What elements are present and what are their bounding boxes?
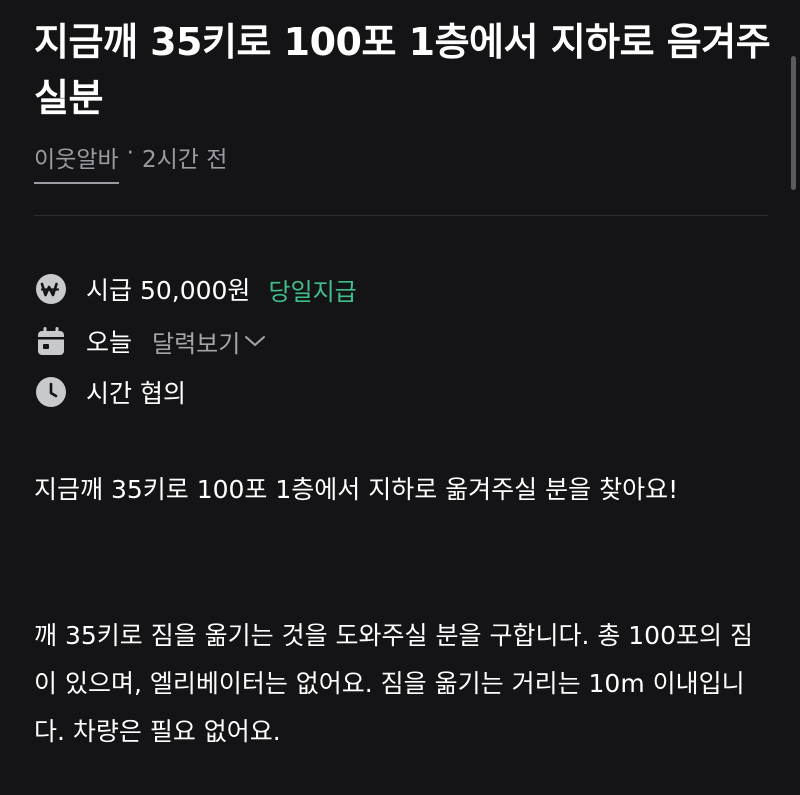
wage-text: 시급 50,000원 xyxy=(86,276,251,305)
job-post-page: 지금깨 35키로 100포 1층에서 지하로 음겨주실분 이웃알바 · 2시간 … xyxy=(0,0,800,795)
author-link[interactable]: 이웃알바 xyxy=(34,140,119,184)
wage-row: 시급 50,000원 당일지급 xyxy=(34,269,357,309)
clock-icon xyxy=(34,375,68,409)
post-title: 지금깨 35키로 100포 1층에서 지하로 음겨주실분 xyxy=(34,20,771,120)
time-text: 시간 협의 xyxy=(86,379,186,408)
won-coin-icon xyxy=(34,272,68,306)
calendar-icon xyxy=(34,324,68,358)
chevron-down-icon xyxy=(244,334,266,348)
calendar-link-label: 달력보기 xyxy=(152,329,241,358)
payment-tag: 당일지급 xyxy=(268,277,357,306)
post-meta: 이웃알바 · 2시간 전 xyxy=(34,140,228,184)
meta-separator: · xyxy=(126,140,134,166)
scrollbar-thumb[interactable] xyxy=(791,56,796,190)
calendar-view-link[interactable]: 달력보기 xyxy=(152,324,266,359)
date-row: 오늘 달력보기 xyxy=(34,321,266,361)
description-paragraph-1: 지금깨 35키로 100포 1층에서 지하로 옮겨주실 분을 찾아요! xyxy=(34,475,679,504)
date-text: 오늘 xyxy=(86,328,133,357)
time-row: 시간 협의 xyxy=(34,372,186,412)
post-time: 2시간 전 xyxy=(141,147,228,173)
divider xyxy=(34,215,768,216)
description-paragraph-2: 깨 35키로 짐을 옮기는 것을 도와주실 분을 구합니다. 총 100포의 짐… xyxy=(34,621,753,746)
